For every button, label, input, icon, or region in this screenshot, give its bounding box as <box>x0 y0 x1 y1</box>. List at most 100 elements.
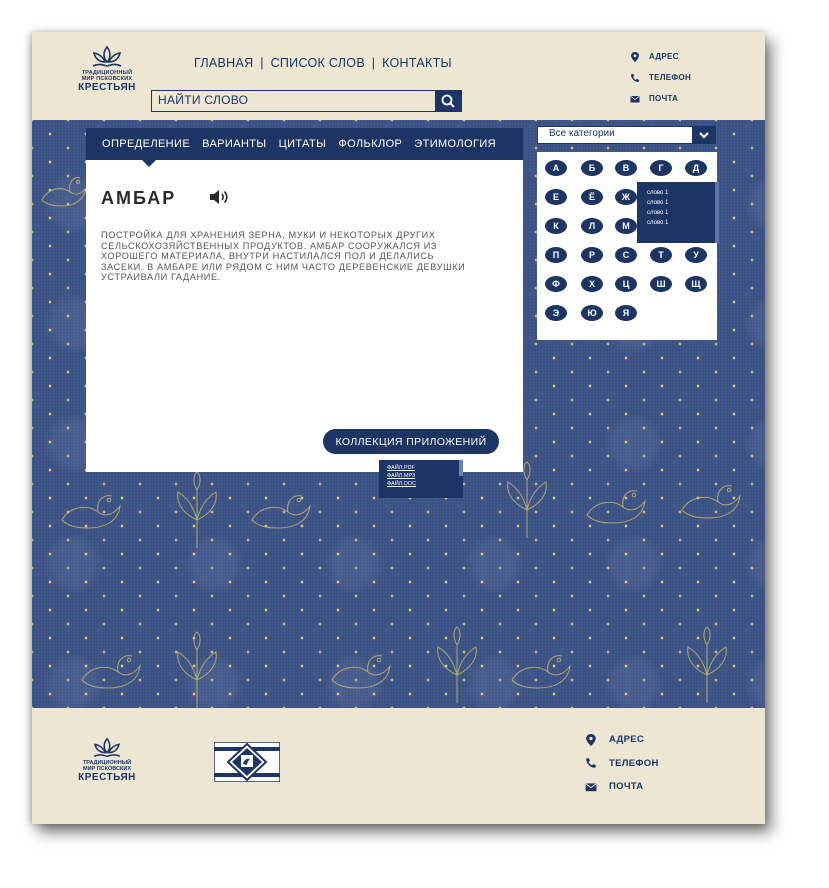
dropdown-word-item[interactable]: слово 1 <box>637 208 719 218</box>
letter-l[interactable]: Л <box>581 218 603 234</box>
letter-a[interactable]: А <box>545 160 567 176</box>
tab-folklore[interactable]: ФОЛЬКЛОР <box>332 138 408 150</box>
file-link-pdf[interactable]: ФАЙЛ.PDF <box>379 464 463 472</box>
footer: ТРАДИЦИОННЫЙ МИР ПСКОВСКИХ КРЕСТЬЯН АДРЕ… <box>32 708 765 824</box>
category-select[interactable]: Все категории <box>537 126 694 144</box>
dropdown-word-item[interactable]: слово 1 <box>637 188 719 198</box>
category-dropdown-button[interactable] <box>692 126 716 144</box>
collection-button[interactable]: КОЛЛЕКЦИЯ ПРИЛОЖЕНИЙ <box>323 429 499 454</box>
flower-logo-icon <box>93 737 121 758</box>
tree-motif-icon <box>437 626 477 703</box>
letter-sh[interactable]: Ш <box>650 276 672 292</box>
file-link-doc[interactable]: ФАЙЛ.DOC <box>379 480 463 488</box>
nav-contacts[interactable]: КОНТАКТЫ <box>382 56 452 70</box>
letter-ya[interactable]: Я <box>615 305 637 321</box>
letter-ts[interactable]: Ц <box>615 276 637 292</box>
letter-kh[interactable]: Х <box>581 276 603 292</box>
site-logo[interactable]: ТРАДИЦИОННЫЙ МИР ПСКОВСКИХ КРЕСТЬЯН <box>72 44 142 93</box>
tab-etymology[interactable]: ЭТИМОЛОГИЯ <box>408 138 502 150</box>
nav-home[interactable]: ГЛАВНАЯ <box>194 56 253 70</box>
logo-line3: КРЕСТЬЯН <box>78 82 136 93</box>
bird-motif-icon <box>41 177 87 207</box>
letter-f[interactable]: Ф <box>545 276 567 292</box>
letter-words-dropdown: слово 1 слово 1 слово 1 слово 1 <box>637 182 719 243</box>
location-pin-icon <box>586 733 596 746</box>
entry-definition: ПОСТРОЙКА ДЛЯ ХРАНЕНИЯ ЗЕРНА, МУКИ И НЕК… <box>101 230 466 282</box>
contact-address[interactable]: АДРЕС <box>630 46 691 67</box>
search-input[interactable] <box>152 91 440 109</box>
page: ТРАДИЦИОННЫЙ МИР ПСКОВСКИХ КРЕСТЬЯН ГЛАВ… <box>32 32 765 824</box>
letter-b[interactable]: Б <box>581 160 603 176</box>
letter-m[interactable]: М <box>615 218 637 234</box>
active-tab-indicator <box>142 160 156 167</box>
letter-shch[interactable]: Щ <box>685 276 707 292</box>
letter-p[interactable]: П <box>545 247 567 263</box>
letter-k[interactable]: К <box>545 218 567 234</box>
footer-address-label: АДРЕС <box>609 734 645 746</box>
footer-contact-address[interactable]: АДРЕС <box>585 728 659 752</box>
bird-motif-icon <box>681 485 741 519</box>
phone-icon <box>586 758 597 769</box>
nav-separator: | <box>371 56 376 70</box>
partner-emblem-icon[interactable] <box>214 742 280 782</box>
nav-word-list[interactable]: СПИСОК СЛОВ <box>271 56 365 70</box>
header: ТРАДИЦИОННЫЙ МИР ПСКОВСКИХ КРЕСТЬЯН ГЛАВ… <box>32 32 765 120</box>
tab-definition[interactable]: ОПРЕДЕЛЕНИЕ <box>86 138 196 150</box>
contact-phone[interactable]: ТЕЛЕФОН <box>630 67 691 88</box>
nav-separator: | <box>260 56 264 70</box>
tab-quotes[interactable]: ЦИТАТЫ <box>273 138 333 150</box>
letter-eh[interactable]: Э <box>545 305 567 321</box>
tree-motif-icon <box>687 626 727 703</box>
bird-motif-icon <box>586 490 646 524</box>
contact-address-label: АДРЕС <box>649 52 679 61</box>
letter-yu[interactable]: Ю <box>581 305 603 321</box>
chevron-down-icon <box>699 132 709 139</box>
letter-s[interactable]: С <box>615 247 637 263</box>
footer-logo[interactable]: ТРАДИЦИОННЫЙ МИР ПСКОВСКИХ КРЕСТЬЯН <box>72 736 142 783</box>
entry-word: АМБАР <box>101 188 177 208</box>
letter-zh[interactable]: Ж <box>615 189 637 205</box>
tree-motif-icon <box>507 461 547 538</box>
letter-u[interactable]: У <box>685 247 707 263</box>
contact-phone-label: ТЕЛЕФОН <box>649 73 692 82</box>
footer-mail-label: ПОЧТА <box>609 781 644 793</box>
bird-motif-icon <box>61 495 121 529</box>
letter-v[interactable]: В <box>615 160 637 176</box>
letter-yo[interactable]: Ё <box>581 189 603 205</box>
mail-icon <box>630 95 640 102</box>
tab-variants[interactable]: ВАРИАНТЫ <box>196 138 273 150</box>
letter-e[interactable]: Е <box>545 189 567 205</box>
files-dropdown: ФАЙЛ.PDF ФАЙЛ.MP3 ФАЙЛ.DOC <box>379 460 463 498</box>
tree-motif-icon <box>177 471 217 548</box>
speaker-icon[interactable] <box>208 188 230 206</box>
phone-icon <box>631 73 640 82</box>
contact-mail[interactable]: ПОЧТА <box>630 88 691 109</box>
location-pin-icon <box>631 51 639 62</box>
letter-t[interactable]: Т <box>650 247 672 263</box>
tree-motif-icon <box>177 631 217 708</box>
search-button[interactable] <box>435 91 461 111</box>
contact-mail-label: ПОЧТА <box>649 94 679 103</box>
files-scrollbar[interactable] <box>459 460 463 476</box>
word-card: ОПРЕДЕЛЕНИЕ ВАРИАНТЫ ЦИТАТЫ ФОЛЬКЛОР ЭТИ… <box>86 128 523 472</box>
dropdown-word-item[interactable]: слово 1 <box>637 198 719 208</box>
bird-motif-icon <box>81 655 141 689</box>
bird-motif-icon <box>511 655 571 689</box>
file-link-mp3[interactable]: ФАЙЛ.MP3 <box>379 472 463 480</box>
category-select-value: Все категории <box>549 128 615 139</box>
dropdown-word-item[interactable]: слово 1 <box>637 218 719 228</box>
footer-contact-mail[interactable]: ПОЧТА <box>585 775 659 799</box>
word-dropdown-scrollbar[interactable] <box>715 182 719 243</box>
bird-motif-icon <box>251 495 311 529</box>
footer-logo-line3: КРЕСТЬЯН <box>78 772 136 783</box>
letter-g[interactable]: Г <box>650 160 672 176</box>
letter-r[interactable]: Р <box>581 247 603 263</box>
bird-motif-icon <box>331 655 391 689</box>
footer-contacts: АДРЕС ТЕЛЕФОН ПОЧТА <box>585 728 659 799</box>
alphabet-panel: А Б В Г Д Е Ё Ж З И К Л М Н О П Р С Т У … <box>537 152 717 340</box>
header-contacts: АДРЕС ТЕЛЕФОН ПОЧТА <box>630 46 691 109</box>
top-navigation: ГЛАВНАЯ | СПИСОК СЛОВ | КОНТАКТЫ <box>194 56 452 70</box>
flower-logo-icon <box>92 45 122 67</box>
letter-d[interactable]: Д <box>685 160 707 176</box>
footer-contact-phone[interactable]: ТЕЛЕФОН <box>585 752 659 776</box>
